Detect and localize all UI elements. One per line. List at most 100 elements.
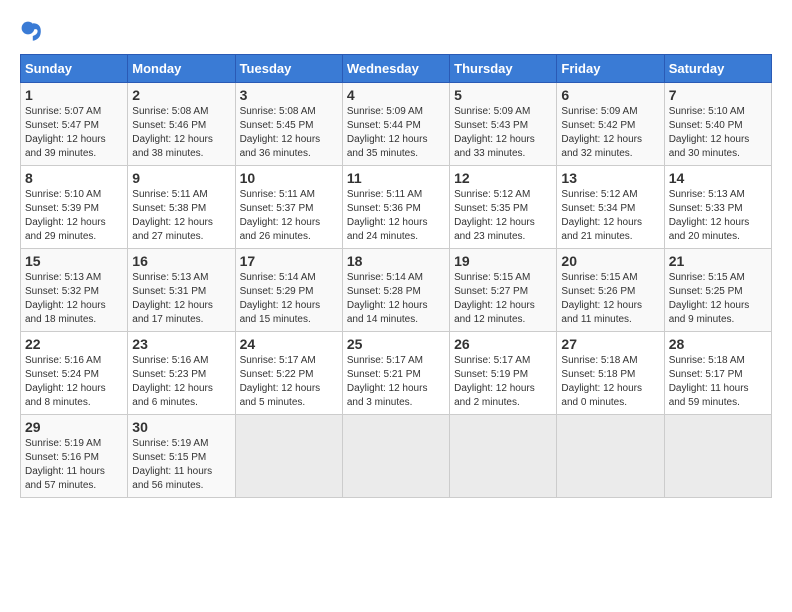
- calendar-cell: 1 Sunrise: 5:07 AMSunset: 5:47 PMDaylight…: [21, 83, 128, 166]
- day-info: Sunrise: 5:09 AMSunset: 5:43 PMDaylight:…: [454, 105, 552, 161]
- day-info: Sunrise: 5:13 AMSunset: 5:33 PMDaylight:…: [669, 188, 767, 244]
- day-number: 25: [347, 336, 445, 352]
- day-number: 10: [240, 170, 338, 186]
- calendar-cell: 25 Sunrise: 5:17 AMSunset: 5:21 PMDayligh…: [342, 332, 449, 415]
- day-info: Sunrise: 5:16 AMSunset: 5:23 PMDaylight:…: [132, 354, 230, 410]
- day-info: Sunrise: 5:11 AMSunset: 5:36 PMDaylight:…: [347, 188, 445, 244]
- calendar-cell: 27 Sunrise: 5:18 AMSunset: 5:18 PMDayligh…: [557, 332, 664, 415]
- calendar-cell: 10 Sunrise: 5:11 AMSunset: 5:37 PMDayligh…: [235, 166, 342, 249]
- calendar-cell: 19 Sunrise: 5:15 AMSunset: 5:27 PMDayligh…: [450, 249, 557, 332]
- calendar-cell: 4 Sunrise: 5:09 AMSunset: 5:44 PMDaylight…: [342, 83, 449, 166]
- day-info: Sunrise: 5:17 AMSunset: 5:21 PMDaylight:…: [347, 354, 445, 410]
- day-number: 18: [347, 253, 445, 269]
- day-info: Sunrise: 5:19 AMSunset: 5:16 PMDaylight:…: [25, 437, 123, 493]
- calendar-cell: 30Sunrise: 5:19 AMSunset: 5:15 PMDayligh…: [128, 415, 235, 498]
- day-number: 3: [240, 87, 338, 103]
- day-number: 12: [454, 170, 552, 186]
- day-info: Sunrise: 5:18 AMSunset: 5:18 PMDaylight:…: [561, 354, 659, 410]
- calendar-cell: [450, 415, 557, 498]
- weekday-header: Tuesday: [235, 55, 342, 83]
- calendar-cell: 16 Sunrise: 5:13 AMSunset: 5:31 PMDayligh…: [128, 249, 235, 332]
- day-number: 28: [669, 336, 767, 352]
- day-number: 17: [240, 253, 338, 269]
- day-info: Sunrise: 5:11 AMSunset: 5:38 PMDaylight:…: [132, 188, 230, 244]
- day-info: Sunrise: 5:18 AMSunset: 5:17 PMDaylight:…: [669, 354, 767, 410]
- day-number: 29: [25, 419, 123, 435]
- calendar-cell: 17 Sunrise: 5:14 AMSunset: 5:29 PMDayligh…: [235, 249, 342, 332]
- calendar-cell: 6 Sunrise: 5:09 AMSunset: 5:42 PMDaylight…: [557, 83, 664, 166]
- calendar-cell: 12 Sunrise: 5:12 AMSunset: 5:35 PMDayligh…: [450, 166, 557, 249]
- calendar-cell: 15Sunrise: 5:13 AMSunset: 5:32 PMDayligh…: [21, 249, 128, 332]
- day-number: 11: [347, 170, 445, 186]
- day-info: Sunrise: 5:10 AMSunset: 5:40 PMDaylight:…: [669, 105, 767, 161]
- day-info: Sunrise: 5:13 AMSunset: 5:32 PMDaylight:…: [25, 271, 123, 327]
- day-number: 19: [454, 253, 552, 269]
- day-info: Sunrise: 5:15 AMSunset: 5:27 PMDaylight:…: [454, 271, 552, 327]
- day-number: 23: [132, 336, 230, 352]
- day-number: 21: [669, 253, 767, 269]
- day-info: Sunrise: 5:12 AMSunset: 5:35 PMDaylight:…: [454, 188, 552, 244]
- calendar-week-row: 22 Sunrise: 5:16 AMSunset: 5:24 PMDayligh…: [21, 332, 772, 415]
- day-number: 22: [25, 336, 123, 352]
- weekday-header: Sunday: [21, 55, 128, 83]
- day-info: Sunrise: 5:17 AMSunset: 5:19 PMDaylight:…: [454, 354, 552, 410]
- calendar-week-row: 1 Sunrise: 5:07 AMSunset: 5:47 PMDaylight…: [21, 83, 772, 166]
- day-info: Sunrise: 5:07 AMSunset: 5:47 PMDaylight:…: [25, 105, 123, 161]
- calendar-cell: 22 Sunrise: 5:16 AMSunset: 5:24 PMDayligh…: [21, 332, 128, 415]
- day-number: 14: [669, 170, 767, 186]
- day-number: 16: [132, 253, 230, 269]
- day-info: Sunrise: 5:14 AMSunset: 5:29 PMDaylight:…: [240, 271, 338, 327]
- weekday-header: Saturday: [664, 55, 771, 83]
- weekday-header: Monday: [128, 55, 235, 83]
- day-number: 13: [561, 170, 659, 186]
- calendar-table: SundayMondayTuesdayWednesdayThursdayFrid…: [20, 54, 772, 498]
- logo-icon: [20, 20, 44, 44]
- calendar-cell: 14 Sunrise: 5:13 AMSunset: 5:33 PMDayligh…: [664, 166, 771, 249]
- day-number: 9: [132, 170, 230, 186]
- calendar-cell: [557, 415, 664, 498]
- calendar-cell: 2 Sunrise: 5:08 AMSunset: 5:46 PMDaylight…: [128, 83, 235, 166]
- calendar-cell: 29 Sunrise: 5:19 AMSunset: 5:16 PMDayligh…: [21, 415, 128, 498]
- calendar-cell: 18 Sunrise: 5:14 AMSunset: 5:28 PMDayligh…: [342, 249, 449, 332]
- calendar-cell: 26 Sunrise: 5:17 AMSunset: 5:19 PMDayligh…: [450, 332, 557, 415]
- weekday-header: Wednesday: [342, 55, 449, 83]
- day-info: Sunrise: 5:09 AMSunset: 5:44 PMDaylight:…: [347, 105, 445, 161]
- calendar-week-row: 15Sunrise: 5:13 AMSunset: 5:32 PMDayligh…: [21, 249, 772, 332]
- day-number: 20: [561, 253, 659, 269]
- calendar-cell: 23 Sunrise: 5:16 AMSunset: 5:23 PMDayligh…: [128, 332, 235, 415]
- day-info: Sunrise: 5:15 AMSunset: 5:26 PMDaylight:…: [561, 271, 659, 327]
- page-header: [20, 20, 772, 44]
- day-info: Sunrise: 5:14 AMSunset: 5:28 PMDaylight:…: [347, 271, 445, 327]
- calendar-cell: 28 Sunrise: 5:18 AMSunset: 5:17 PMDayligh…: [664, 332, 771, 415]
- calendar-cell: [664, 415, 771, 498]
- day-number: 26: [454, 336, 552, 352]
- day-number: 27: [561, 336, 659, 352]
- calendar-cell: 5 Sunrise: 5:09 AMSunset: 5:43 PMDaylight…: [450, 83, 557, 166]
- day-info: Sunrise: 5:11 AMSunset: 5:37 PMDaylight:…: [240, 188, 338, 244]
- calendar-week-row: 29 Sunrise: 5:19 AMSunset: 5:16 PMDayligh…: [21, 415, 772, 498]
- day-info: Sunrise: 5:08 AMSunset: 5:46 PMDaylight:…: [132, 105, 230, 161]
- day-number: 4: [347, 87, 445, 103]
- day-number: 1: [25, 87, 123, 103]
- day-info: Sunrise: 5:15 AMSunset: 5:25 PMDaylight:…: [669, 271, 767, 327]
- logo: [20, 20, 52, 44]
- day-number: 6: [561, 87, 659, 103]
- calendar-week-row: 8Sunrise: 5:10 AMSunset: 5:39 PMDaylight…: [21, 166, 772, 249]
- day-number: 24: [240, 336, 338, 352]
- day-info: Sunrise: 5:16 AMSunset: 5:24 PMDaylight:…: [25, 354, 123, 410]
- calendar-cell: 9 Sunrise: 5:11 AMSunset: 5:38 PMDaylight…: [128, 166, 235, 249]
- calendar-cell: 8Sunrise: 5:10 AMSunset: 5:39 PMDaylight…: [21, 166, 128, 249]
- day-info: Sunrise: 5:08 AMSunset: 5:45 PMDaylight:…: [240, 105, 338, 161]
- day-info: Sunrise: 5:09 AMSunset: 5:42 PMDaylight:…: [561, 105, 659, 161]
- calendar-cell: 13 Sunrise: 5:12 AMSunset: 5:34 PMDayligh…: [557, 166, 664, 249]
- day-number: 8: [25, 170, 123, 186]
- calendar-cell: 20 Sunrise: 5:15 AMSunset: 5:26 PMDayligh…: [557, 249, 664, 332]
- day-info: Sunrise: 5:13 AMSunset: 5:31 PMDaylight:…: [132, 271, 230, 327]
- day-number: 7: [669, 87, 767, 103]
- day-info: Sunrise: 5:12 AMSunset: 5:34 PMDaylight:…: [561, 188, 659, 244]
- day-number: 5: [454, 87, 552, 103]
- day-number: 30: [132, 419, 230, 435]
- calendar-cell: 11 Sunrise: 5:11 AMSunset: 5:36 PMDayligh…: [342, 166, 449, 249]
- day-number: 2: [132, 87, 230, 103]
- calendar-cell: 21 Sunrise: 5:15 AMSunset: 5:25 PMDayligh…: [664, 249, 771, 332]
